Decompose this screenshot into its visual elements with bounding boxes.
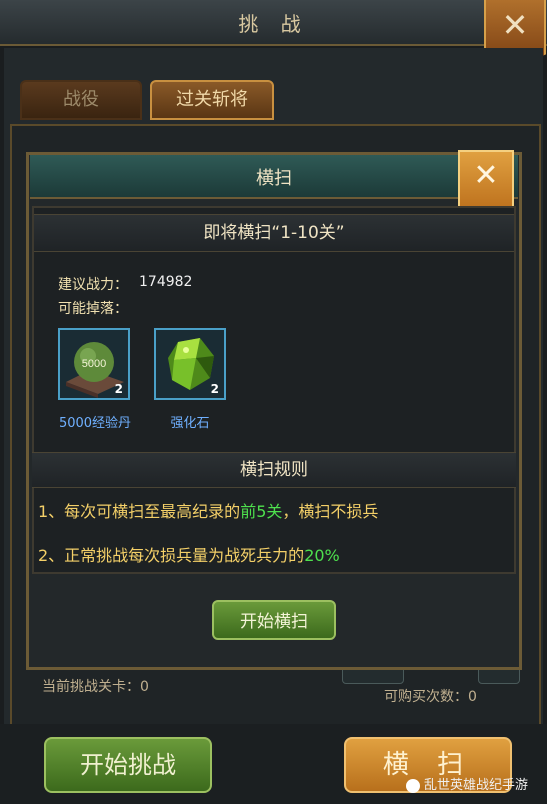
rule-2: 2、正常挑战每次损兵量为战死兵力的20% bbox=[38, 542, 340, 566]
item-name-exp-pill: 5000经验丹 bbox=[58, 416, 132, 431]
sweep-range-header: 即将横扫“1-10关” bbox=[34, 214, 514, 252]
rule-1-highlight: 前5关 bbox=[240, 502, 283, 521]
close-icon: ✕ bbox=[501, 6, 529, 44]
watermark-text: 乱世英雄战纪手游 bbox=[424, 778, 529, 793]
possible-drops-label: 可能掉落： bbox=[58, 301, 128, 317]
rule-1-suffix: ，横扫不损兵 bbox=[282, 502, 379, 521]
tab-campaign[interactable]: 战役 bbox=[20, 80, 142, 120]
dialog-title: 横扫 bbox=[256, 168, 292, 189]
rule-2-highlight: 20% bbox=[304, 546, 340, 565]
sweep-rules-header: 横扫规则 bbox=[32, 452, 516, 488]
rule-1: 1、每次可横扫至最高纪录的前5关，横扫不损兵 bbox=[38, 498, 378, 522]
exp-pill-badge: 5000 bbox=[82, 358, 106, 370]
item-slot-enhance-stone[interactable]: 2 bbox=[154, 328, 226, 400]
rule-2-text: 2、正常挑战每次损兵量为战死兵力的 bbox=[38, 546, 305, 565]
current-stage-label: 当前挑战关卡：0 bbox=[42, 679, 149, 695]
start-challenge-button[interactable]: 开始挑战 bbox=[44, 737, 212, 793]
close-icon: ✕ bbox=[473, 158, 499, 193]
start-sweep-button[interactable]: 开始横扫 bbox=[212, 600, 336, 640]
purchasable-count-label: 可购买次数：0 bbox=[384, 689, 477, 705]
wechat-icon bbox=[406, 778, 420, 793]
item-count: 2 bbox=[114, 382, 123, 396]
screen-title: 挑 战 bbox=[238, 12, 309, 36]
rule-1-text: 1、每次可横扫至最高纪录的 bbox=[38, 502, 241, 521]
recommended-power-label: 建议战力： bbox=[58, 277, 128, 293]
watermark: 乱世英雄战纪手游 bbox=[406, 774, 544, 798]
recommended-power-value: 174982 bbox=[139, 274, 193, 290]
item-slot-exp-pill[interactable]: 5000 2 bbox=[58, 328, 130, 400]
item-count: 2 bbox=[210, 382, 219, 396]
item-name-enhance-stone: 强化石 bbox=[170, 416, 210, 431]
tab-pass-challenge[interactable]: 过关斩将 bbox=[150, 80, 274, 120]
